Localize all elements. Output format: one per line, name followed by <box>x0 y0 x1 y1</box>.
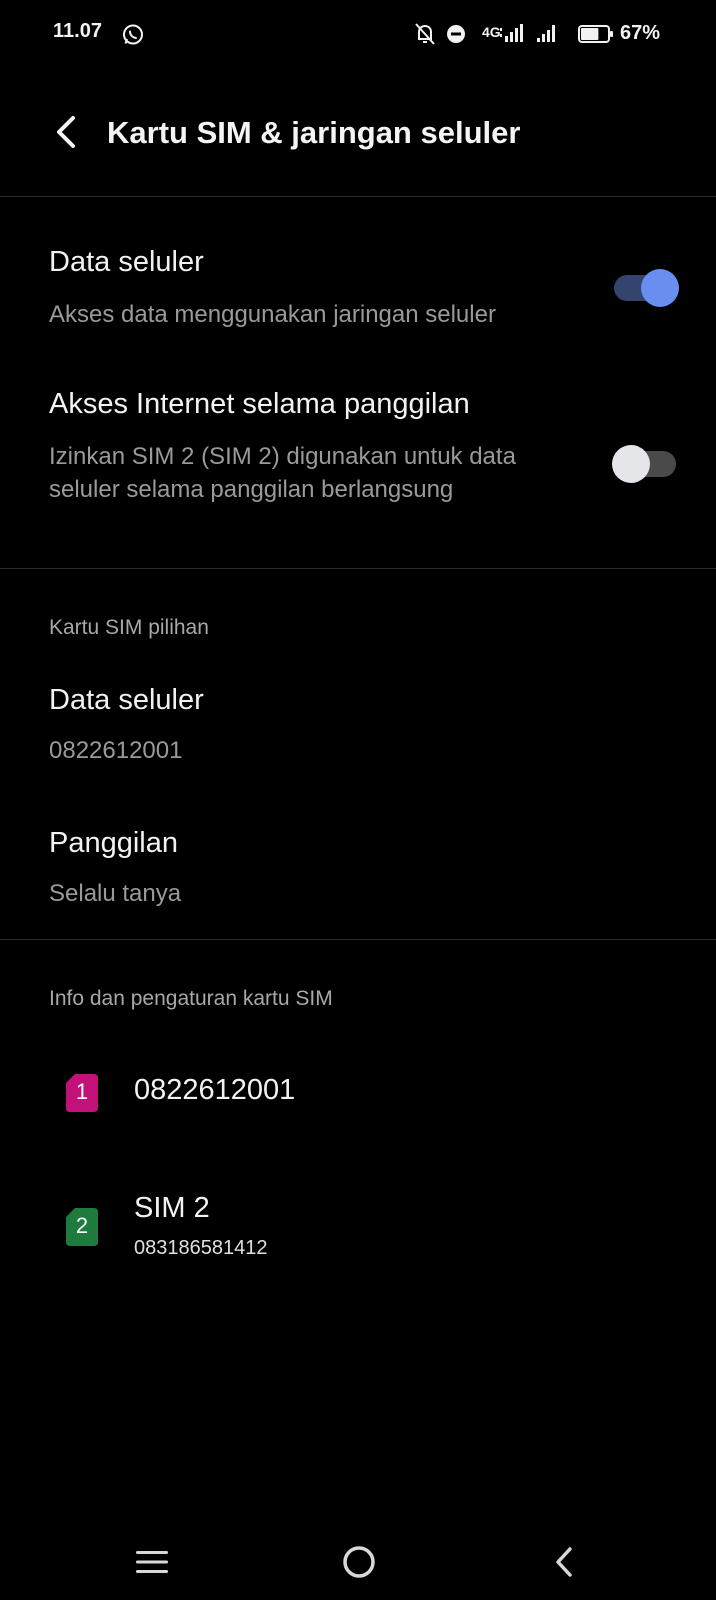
network-type: 4G <box>482 24 501 40</box>
signal-sim2-icon <box>537 24 559 44</box>
mobile-data-row[interactable]: Data seluler Akses data menggunakan jari… <box>0 228 716 348</box>
preferred-data-value: 0822612001 <box>49 737 183 764</box>
sim-slot-label: 2 <box>75 1213 89 1238</box>
sim-1-row[interactable]: 1 0822612001 <box>0 1050 716 1140</box>
preferred-data-row[interactable]: Data seluler 0822612001 <box>0 672 716 782</box>
section-divider <box>0 568 716 569</box>
signal-sim1-icon <box>500 24 524 44</box>
status-time: 11.07 <box>53 20 102 42</box>
toggle-thumb <box>612 445 650 483</box>
internet-during-call-title: Akses Internet selama panggilan <box>49 388 470 420</box>
sim-2-number: 083186581412 <box>134 1237 268 1259</box>
preferred-data-title: Data seluler <box>49 684 204 716</box>
preferred-calls-value: Selalu tanya <box>49 880 182 907</box>
back-icon <box>556 1547 572 1577</box>
section-divider <box>0 939 716 940</box>
sim-2-row[interactable]: 2 SIM 2 083186581412 <box>0 1180 716 1270</box>
page-title: Kartu SIM & jaringan seluler <box>107 115 521 150</box>
whatsapp-icon <box>121 23 145 47</box>
toggle-thumb <box>641 269 679 307</box>
recent-apps-button[interactable] <box>122 1532 182 1592</box>
preferred-sim-header: Kartu SIM pilihan <box>49 616 209 639</box>
menu-icon <box>136 1551 168 1573</box>
sim-2-name: SIM 2 <box>134 1192 210 1224</box>
internet-during-call-row[interactable]: Akses Internet selama panggilan Izinkan … <box>0 370 716 550</box>
sim-1-name: 0822612001 <box>134 1074 296 1106</box>
header-divider <box>0 196 716 197</box>
internet-during-call-toggle[interactable] <box>612 444 676 484</box>
mobile-data-title: Data seluler <box>49 246 204 278</box>
back-arrow-icon <box>57 116 75 148</box>
battery-percent: 67% <box>620 22 661 44</box>
nav-back-button[interactable] <box>534 1532 594 1592</box>
mute-notifications-icon <box>414 22 436 46</box>
sim-slot-label: 1 <box>75 1079 89 1104</box>
mobile-data-toggle[interactable] <box>612 268 679 308</box>
preferred-calls-title: Panggilan <box>49 827 178 859</box>
sim-info-header: Info dan pengaturan kartu SIM <box>49 987 333 1010</box>
internet-during-call-subtitle: Izinkan SIM 2 (SIM 2) digunakan untuk da… <box>49 443 516 503</box>
home-icon <box>343 1546 375 1578</box>
sim-card-2-icon: 2 <box>66 1208 98 1246</box>
back-button[interactable] <box>44 108 88 156</box>
battery-icon <box>578 25 614 43</box>
sim-card-1-icon: 1 <box>66 1074 98 1112</box>
do-not-disturb-icon <box>446 24 466 44</box>
preferred-calls-row[interactable]: Panggilan Selalu tanya <box>0 815 716 925</box>
home-button[interactable] <box>329 1532 389 1592</box>
mobile-data-subtitle: Akses data menggunakan jaringan seluler <box>49 301 496 328</box>
